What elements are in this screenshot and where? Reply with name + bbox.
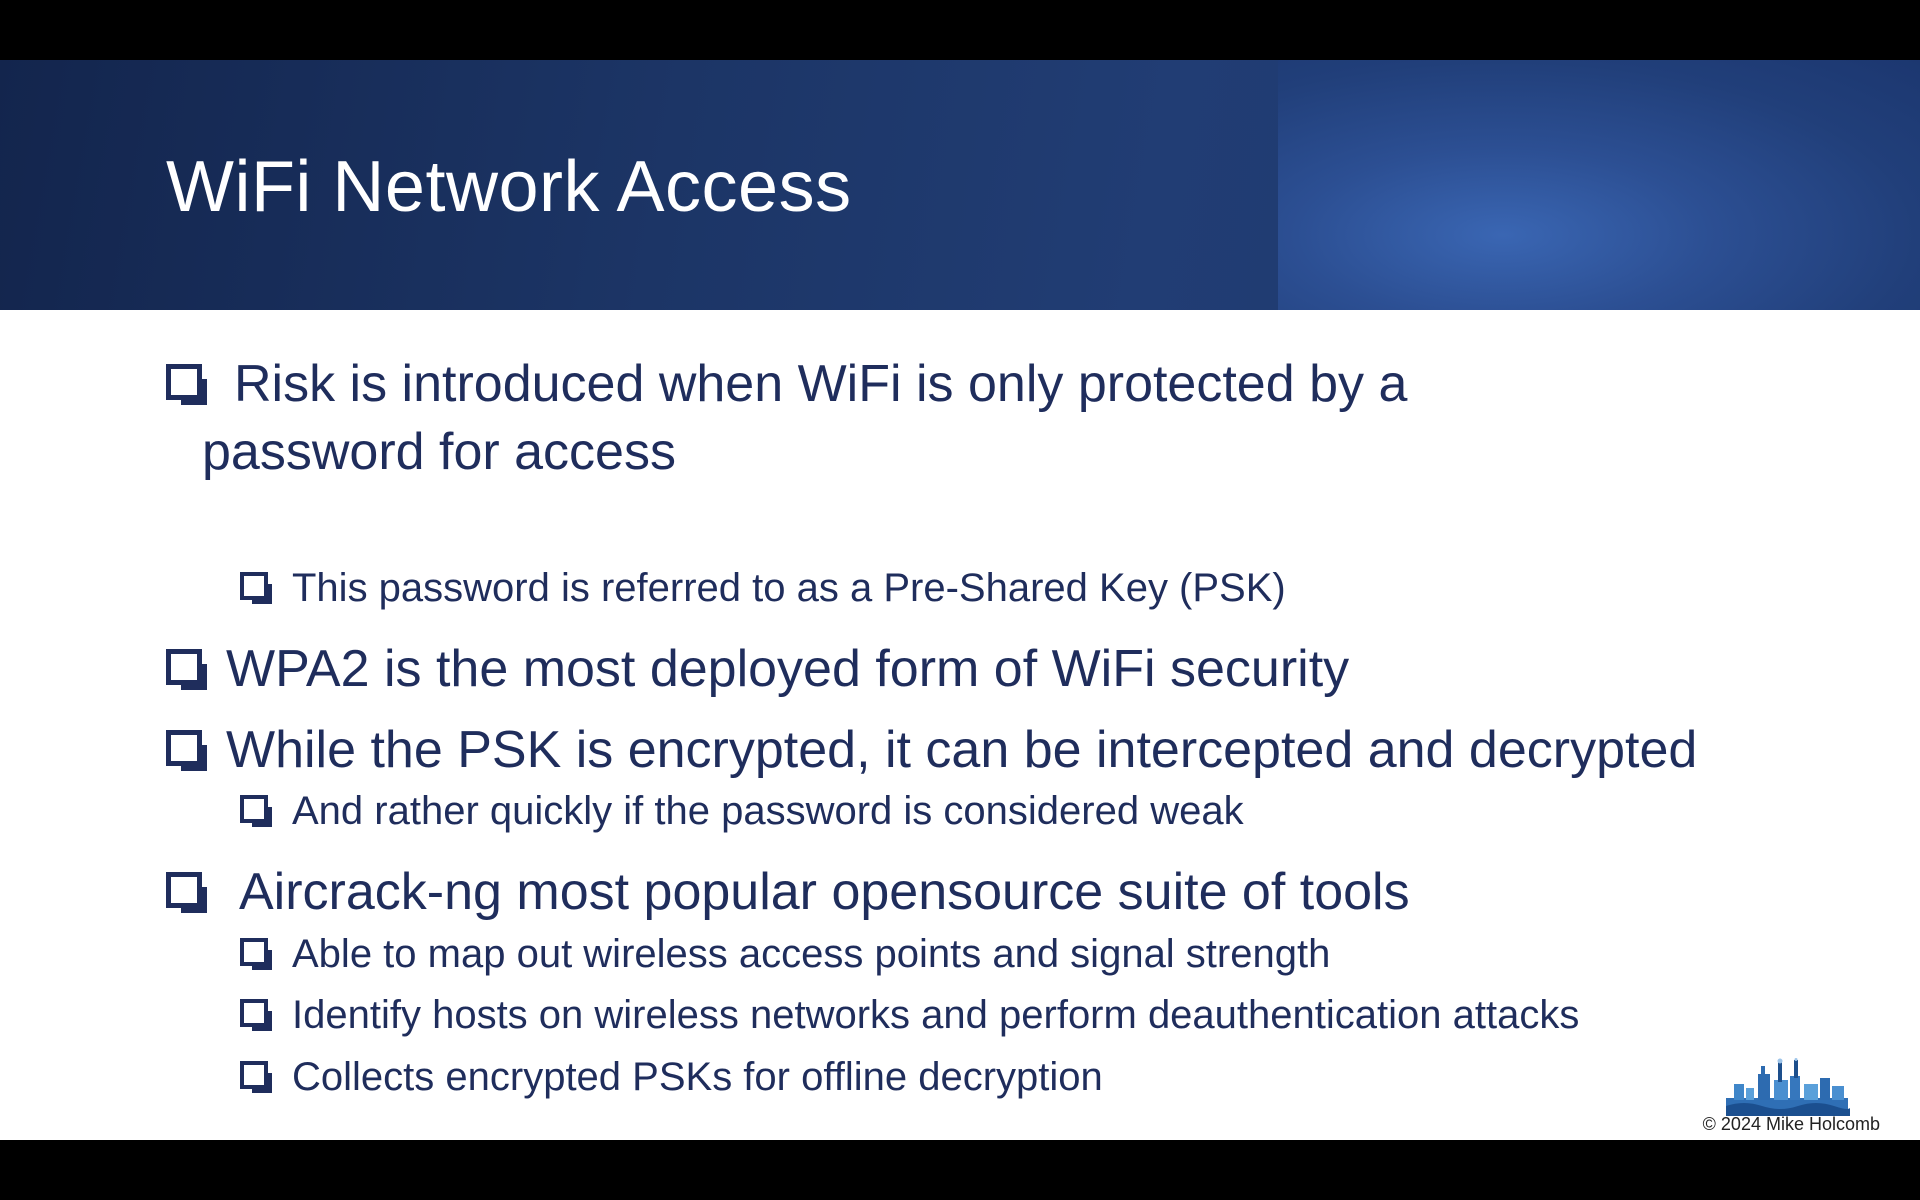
slide: WiFi Network Access Risk is introduced w… (0, 60, 1920, 1140)
checkbox-bullet-icon (240, 938, 272, 970)
checkbox-bullet-icon (240, 1061, 272, 1093)
sub-bullet-text: Collects encrypted PSKs for offline decr… (292, 1055, 1103, 1099)
checkbox-bullet-icon (166, 730, 207, 771)
bullet-item: WPA2 is the most deployed form of WiFi s… (166, 635, 1726, 703)
checkbox-bullet-icon (240, 795, 272, 827)
sub-bullet-item: Able to map out wireless access points a… (240, 926, 1800, 982)
title-band-accent (1278, 60, 1920, 310)
slide-content: Risk is introduced when WiFi is only pro… (0, 310, 1920, 1140)
bullet-text: Aircrack-ng most popular opensource suit… (239, 863, 1410, 921)
bullet-text: While the PSK is encrypted, it can be in… (226, 721, 1698, 779)
checkbox-bullet-icon (166, 649, 207, 690)
bullet-item: Aircrack-ng most popular opensource suit… (166, 858, 1726, 926)
sub-bullet-text: This password is referred to as a Pre-Sh… (292, 566, 1286, 610)
title-band: WiFi Network Access (0, 60, 1920, 310)
sub-bullet-item: Collects encrypted PSKs for offline decr… (240, 1049, 1800, 1105)
checkbox-bullet-icon (166, 872, 207, 913)
bullet-text: WPA2 is the most deployed form of WiFi s… (226, 640, 1350, 698)
bullet-item: Risk is introduced when WiFi is only pro… (166, 350, 1726, 486)
sub-bullet-text: And rather quickly if the password is co… (292, 789, 1244, 833)
letterbox-bottom (0, 1140, 1920, 1200)
sub-bullet-item: Identify hosts on wireless networks and … (240, 987, 1800, 1043)
slide-title: WiFi Network Access (166, 147, 852, 227)
bullet-text-continued: password for access (202, 423, 676, 481)
copyright-notice: © 2024 Mike Holcomb (1702, 1114, 1880, 1134)
checkbox-bullet-icon (240, 999, 272, 1031)
bullet-text: Risk is introduced when WiFi is only pro… (234, 355, 1408, 413)
sub-bullet-text: Able to map out wireless access points a… (292, 932, 1331, 976)
industrial-skyline-logo-icon (1726, 1058, 1850, 1116)
checkbox-bullet-icon (166, 364, 207, 405)
sub-bullet-item: This password is referred to as a Pre-Sh… (240, 560, 1800, 616)
sub-bullet-text: Identify hosts on wireless networks and … (292, 993, 1580, 1037)
letterbox-top (0, 0, 1920, 60)
sub-bullet-item: And rather quickly if the password is co… (240, 783, 1800, 839)
checkbox-bullet-icon (240, 572, 272, 604)
bullet-item: While the PSK is encrypted, it can be in… (166, 716, 1726, 784)
